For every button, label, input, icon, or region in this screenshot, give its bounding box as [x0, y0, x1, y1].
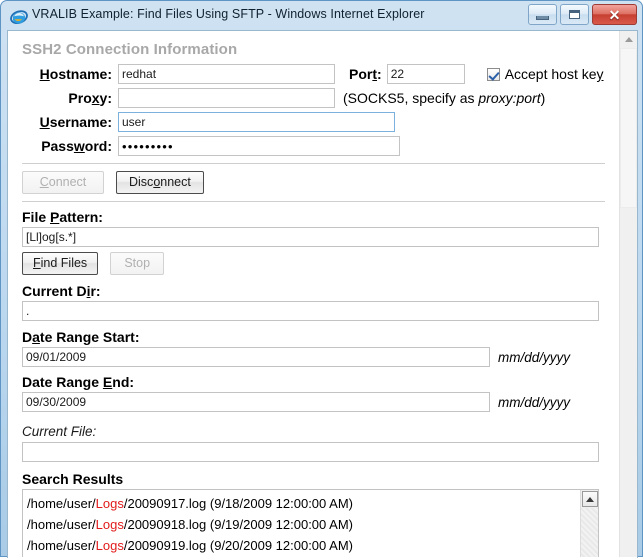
- title-bar[interactable]: VRALIB Example: Find Files Using SFTP - …: [1, 1, 642, 30]
- accept-host-key-checkbox[interactable]: [487, 68, 500, 81]
- page-scroll-up-button[interactable]: [620, 31, 637, 48]
- password-input[interactable]: [118, 136, 400, 156]
- proxy-row: Proxy: (SOCKS5, specify as proxy:port): [20, 88, 613, 108]
- accept-host-key-label: Accept host key: [505, 66, 604, 82]
- internet-explorer-icon: [10, 7, 28, 25]
- page-content: SSH2 Connection Information Hostname: Po…: [8, 31, 621, 557]
- date-range-end-row: mm/dd/yyyy: [20, 392, 613, 412]
- search-result-row[interactable]: /home/user/Logs/20090917.log (9/18/2009 …: [27, 493, 581, 514]
- proxy-label: Proxy:: [20, 90, 118, 106]
- minimize-button[interactable]: [528, 4, 557, 25]
- search-buttons: Find Files Stop: [22, 252, 613, 275]
- date-range-end-input[interactable]: [22, 392, 490, 412]
- browser-window: VRALIB Example: Find Files Using SFTP - …: [0, 0, 643, 557]
- connect-button[interactable]: Connect: [22, 171, 104, 194]
- hostname-row: Hostname: Port: Accept host key: [20, 64, 613, 84]
- results-scroll-up-button[interactable]: [582, 491, 598, 507]
- date-range-start-input[interactable]: [22, 347, 490, 367]
- search-result-row[interactable]: /home/user/Logs/20090919.log (9/20/2009 …: [27, 535, 581, 556]
- maximize-icon: [569, 10, 580, 19]
- username-label: Username:: [20, 114, 118, 130]
- current-dir-label: Current Dir:: [22, 283, 613, 299]
- close-icon: ✕: [609, 8, 621, 22]
- hostname-input[interactable]: [118, 64, 335, 84]
- results-scroll-track[interactable]: [581, 508, 598, 557]
- file-pattern-label: File Pattern:: [22, 209, 613, 225]
- proxy-hint: (SOCKS5, specify as proxy:port): [343, 90, 545, 106]
- current-dir-input[interactable]: [22, 301, 599, 321]
- password-row: Password:: [20, 136, 613, 156]
- username-input[interactable]: [118, 112, 395, 132]
- window-controls: ✕: [528, 4, 637, 25]
- search-results-box[interactable]: /home/user/Logs/20090917.log (9/18/2009 …: [22, 489, 599, 557]
- date-end-format-hint: mm/dd/yyyy: [498, 395, 570, 410]
- search-results-list: /home/user/Logs/20090917.log (9/18/2009 …: [23, 490, 581, 556]
- password-label: Password:: [20, 138, 118, 154]
- close-button[interactable]: ✕: [592, 4, 637, 25]
- username-row: Username:: [20, 112, 613, 132]
- date-range-start-row: mm/dd/yyyy: [20, 347, 613, 367]
- maximize-button[interactable]: [560, 4, 589, 25]
- port-label: Port:: [349, 66, 382, 82]
- page-scrollbar[interactable]: [619, 31, 637, 557]
- find-files-button[interactable]: Find Files: [22, 252, 98, 275]
- proxy-input[interactable]: [118, 88, 335, 108]
- window-title: VRALIB Example: Find Files Using SFTP - …: [32, 7, 425, 21]
- date-start-format-hint: mm/dd/yyyy: [498, 350, 570, 365]
- triangle-up-icon: [586, 497, 594, 502]
- hostname-label: Hostname:: [20, 66, 118, 82]
- port-input[interactable]: [387, 64, 465, 84]
- date-range-start-label: Date Range Start:: [22, 329, 613, 345]
- current-file-input[interactable]: [22, 442, 599, 462]
- date-range-end-label: Date Range End:: [22, 374, 613, 390]
- search-results-title: Search Results: [22, 471, 613, 487]
- minimize-icon: [536, 16, 549, 20]
- separator-bottom: [22, 201, 605, 202]
- page-scroll-thumb[interactable]: [620, 48, 637, 208]
- section-title-ssh2: SSH2 Connection Information: [22, 41, 613, 58]
- triangle-up-icon: [625, 37, 633, 42]
- accept-host-key-row[interactable]: Accept host key: [487, 66, 604, 82]
- current-file-label: Current File:: [22, 424, 613, 439]
- connection-buttons: Connect Disconnect: [22, 171, 613, 194]
- file-pattern-input[interactable]: [22, 227, 599, 247]
- disconnect-button[interactable]: Disconnect: [116, 171, 204, 194]
- browser-client-area: SSH2 Connection Information Hostname: Po…: [7, 30, 638, 558]
- results-scrollbar[interactable]: [580, 490, 598, 557]
- stop-button[interactable]: Stop: [110, 252, 164, 275]
- search-result-row[interactable]: /home/user/Logs/20090918.log (9/19/2009 …: [27, 514, 581, 535]
- separator-top: [22, 163, 605, 164]
